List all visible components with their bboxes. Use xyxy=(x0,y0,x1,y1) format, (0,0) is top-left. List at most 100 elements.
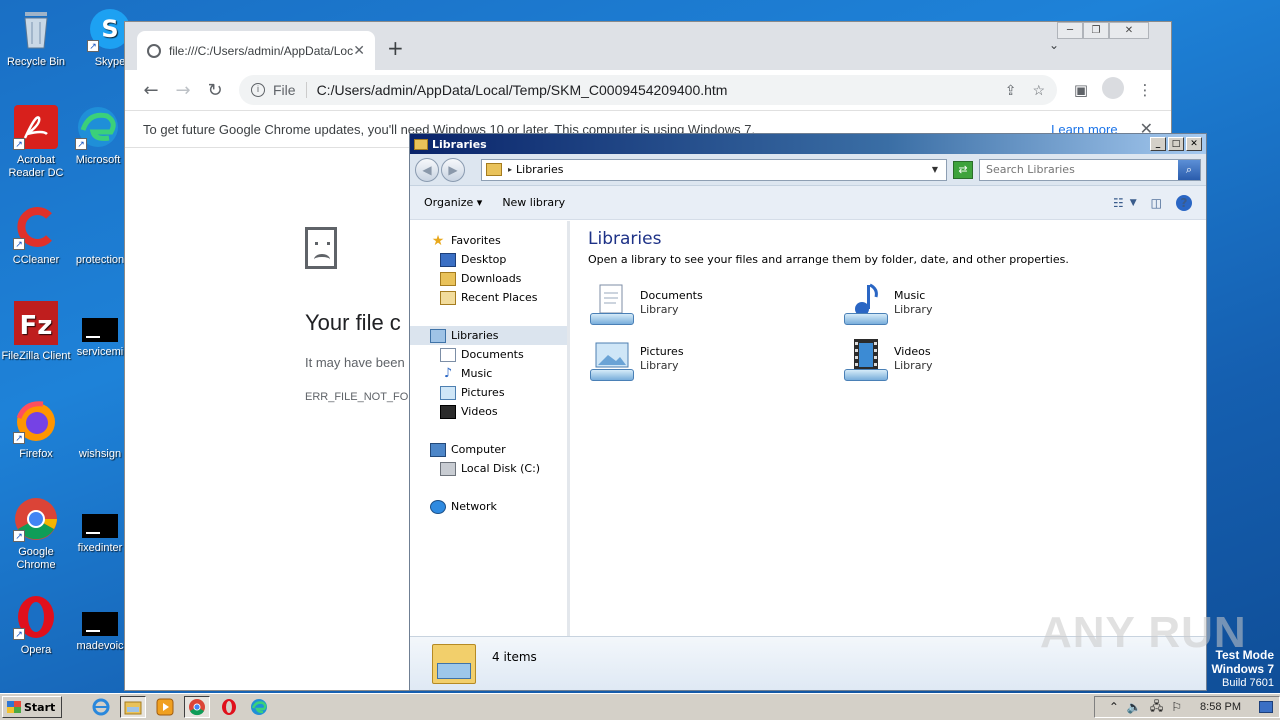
nav-desktop[interactable]: Desktop xyxy=(410,250,567,269)
documents-icon xyxy=(440,347,456,362)
side-panel-icon[interactable]: ▣ xyxy=(1065,81,1097,99)
volume-icon[interactable]: 🔈 xyxy=(1127,700,1142,714)
desktop-icon-recycle-bin[interactable]: Recycle Bin xyxy=(0,6,74,69)
nav-videos[interactable]: Videos xyxy=(410,402,567,421)
nav-pictures[interactable]: Pictures xyxy=(410,383,567,402)
nav-favorites[interactable]: ★ Favorites xyxy=(410,231,567,250)
nav-computer[interactable]: Computer xyxy=(410,440,567,459)
taskbar-opera-icon[interactable] xyxy=(218,696,240,718)
browser-toolbar: ← → ↻ i File C:/Users/admin/AppData/Loca… xyxy=(125,70,1171,110)
chevron-right-icon[interactable]: ▸ xyxy=(508,165,512,174)
search-input[interactable] xyxy=(980,159,1178,180)
test-mode-notice: Test Mode Windows 7 Build 7601 xyxy=(1211,648,1274,690)
nav-libraries[interactable]: Libraries xyxy=(410,326,567,345)
reload-icon[interactable]: ↻ xyxy=(199,80,231,101)
svg-text:S: S xyxy=(101,15,118,43)
explorer-titlebar[interactable]: Libraries _ □ ✕ xyxy=(410,134,1206,154)
nav-downloads[interactable]: Downloads xyxy=(410,269,567,288)
new-tab-button[interactable]: + xyxy=(387,36,404,60)
taskbar-media-player-icon[interactable] xyxy=(154,696,176,718)
help-icon[interactable]: ? xyxy=(1176,194,1192,211)
acrobat-icon: ↗ xyxy=(13,104,59,150)
explorer-body: ★ Favorites Desktop Downloads Recent Plac… xyxy=(410,221,1206,636)
window-title: Libraries xyxy=(432,137,487,151)
taskbar-edge-icon[interactable] xyxy=(248,696,270,718)
close-button[interactable]: ✕ xyxy=(1109,22,1149,39)
network-icon xyxy=(430,499,446,514)
bookmark-star-icon[interactable]: ☆ xyxy=(1032,82,1045,99)
file-icon xyxy=(77,204,123,250)
nav-label: Music xyxy=(461,367,493,380)
profile-avatar-icon[interactable] xyxy=(1102,77,1124,99)
nav-label: Videos xyxy=(461,405,498,418)
menu-kebab-icon[interactable]: ⋮ xyxy=(1129,81,1161,99)
taskbar-chrome-icon[interactable] xyxy=(184,696,211,718)
close-button[interactable]: ✕ xyxy=(1186,137,1202,151)
tab-search-icon[interactable]: ⌄ xyxy=(1049,38,1059,52)
tray-expand-icon[interactable]: ⌃ xyxy=(1109,700,1119,714)
breadcrumb[interactable]: ▸ Libraries ▼ xyxy=(481,158,947,181)
library-documents[interactable]: Documents Library xyxy=(588,283,703,327)
file-icon xyxy=(82,514,118,538)
view-dropdown-icon[interactable]: ▼ xyxy=(1130,198,1137,208)
taskbar-ie-icon[interactable] xyxy=(90,696,112,718)
library-pictures[interactable]: Pictures Library xyxy=(588,339,684,383)
maximize-button[interactable]: ❐ xyxy=(1083,22,1109,39)
opera-icon: ↗ xyxy=(13,594,59,640)
library-name: Videos xyxy=(894,345,931,358)
desktop-icon xyxy=(440,252,456,267)
address-bar[interactable]: i File C:/Users/admin/AppData/Local/Temp… xyxy=(239,75,1057,105)
clock[interactable]: 8:58 PM xyxy=(1200,701,1241,713)
file-icon xyxy=(77,398,123,444)
browser-tab[interactable]: file:///C:/Users/admin/AppData/Loca ✕ xyxy=(137,31,375,70)
start-button[interactable]: Start xyxy=(2,696,63,718)
library-videos[interactable]: Videos Library xyxy=(842,339,932,383)
shortcut-arrow-icon: ↗ xyxy=(13,628,25,640)
nav-recent-places[interactable]: Recent Places xyxy=(410,288,567,307)
maximize-button[interactable]: □ xyxy=(1168,137,1184,151)
back-arrow-icon[interactable]: ◀ xyxy=(415,157,439,182)
refresh-icon[interactable]: ⇄ xyxy=(953,160,973,179)
item-count: 4 items xyxy=(492,649,537,664)
libraries-icon xyxy=(430,328,446,343)
chevron-down-icon[interactable]: ▼ xyxy=(932,165,938,174)
show-desktop-icon[interactable] xyxy=(1259,701,1273,713)
preview-pane-icon[interactable]: ◫ xyxy=(1151,196,1162,210)
windows-logo-icon xyxy=(7,701,21,713)
pictures-library-icon xyxy=(588,339,636,383)
organize-button[interactable]: Organize ▾ xyxy=(424,196,482,209)
forward-arrow-icon[interactable]: ▶ xyxy=(441,157,465,182)
search-icon[interactable]: ⌕ xyxy=(1178,159,1200,180)
url-text[interactable]: C:/Users/admin/AppData/Local/Temp/SKM_C0… xyxy=(317,82,989,98)
minimize-button[interactable]: _ xyxy=(1150,137,1166,151)
library-music[interactable]: Music Library xyxy=(842,283,932,327)
action-center-flag-icon[interactable]: ⚐ xyxy=(1171,700,1182,714)
library-label: Music Library xyxy=(894,289,932,317)
downloads-folder-icon xyxy=(440,271,456,286)
nav-local-disk[interactable]: Local Disk (C:) xyxy=(410,459,567,478)
new-library-button[interactable]: New library xyxy=(502,196,565,209)
nav-documents[interactable]: Documents xyxy=(410,345,567,364)
firefox-icon: ↗ xyxy=(13,398,59,444)
network-tray-icon[interactable]: 🖧 xyxy=(1150,697,1163,718)
minimize-button[interactable]: ─ xyxy=(1057,22,1083,39)
breadcrumb-libraries[interactable]: Libraries xyxy=(516,163,932,176)
info-icon[interactable]: i xyxy=(251,83,265,97)
library-kind: Library xyxy=(894,303,933,316)
music-note-icon: ♪ xyxy=(443,365,453,381)
error-code: ERR_FILE_NOT_FOU xyxy=(305,391,417,403)
forward-arrow-icon[interactable]: → xyxy=(167,80,199,101)
nav-music[interactable]: ♪ Music xyxy=(410,364,567,383)
share-icon[interactable]: ⇪ xyxy=(1005,82,1017,99)
back-arrow-icon[interactable]: ← xyxy=(135,80,167,101)
content-description: Open a library to see your files and arr… xyxy=(588,253,1069,266)
library-label: Videos Library xyxy=(894,345,932,373)
url-scheme: File xyxy=(273,82,307,98)
library-kind: Library xyxy=(640,303,679,316)
nav-network[interactable]: Network xyxy=(410,497,567,516)
taskbar-explorer-icon[interactable] xyxy=(120,696,147,718)
change-view-icon[interactable]: ☷ xyxy=(1113,196,1124,210)
navigation-pane: ★ Favorites Desktop Downloads Recent Plac… xyxy=(410,221,570,636)
close-tab-icon[interactable]: ✕ xyxy=(353,43,365,59)
